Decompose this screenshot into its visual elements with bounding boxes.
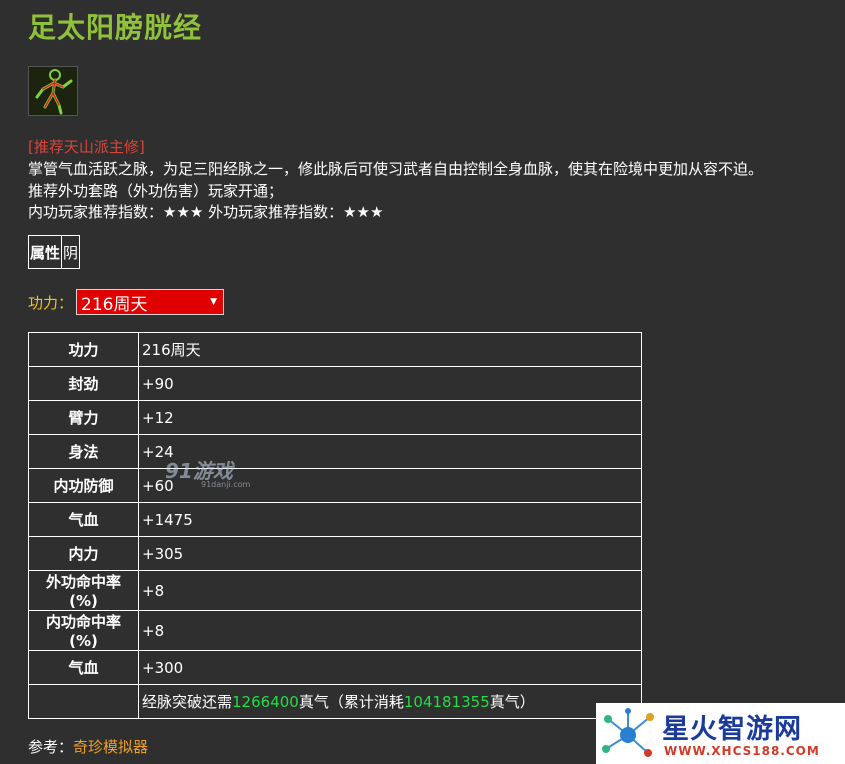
corner-watermark-url: WWW.XHCS188.COM <box>664 744 820 758</box>
table-row: 臂力 +12 <box>28 400 642 435</box>
stat-value: +1475 <box>138 502 642 537</box>
power-label: 功力： <box>28 293 74 312</box>
stat-key: 气血 <box>28 650 139 685</box>
table-row: 功力 216周天 <box>28 332 642 367</box>
breakthrough-required-qi: 1266400 <box>232 693 299 711</box>
stat-key: 身法 <box>28 434 139 469</box>
breakthrough-total-qi: 104181355 <box>403 693 490 711</box>
reference-label: 参考： <box>28 738 74 756</box>
attribute-value: 阴 <box>61 235 81 269</box>
stat-key: 气血 <box>28 502 139 537</box>
stat-value: +8 <box>138 610 642 651</box>
watermark-91: 91游戏 91danji.com <box>165 455 250 489</box>
stat-value: 216周天 <box>138 332 642 367</box>
breakthrough-text-3: 真气） <box>489 693 535 711</box>
attribute-key: 属性 <box>27 235 63 269</box>
stat-key: 内功防御 <box>28 468 139 503</box>
stat-key: 内功命中率(%) <box>28 610 139 651</box>
meridian-figure-icon <box>28 66 78 116</box>
table-row: 封劲 +90 <box>28 366 642 401</box>
caret-down-icon: ▼ <box>210 297 218 307</box>
corner-watermark-name: 星火智游网 <box>662 714 802 745</box>
power-select[interactable]: 216周天 ▼ <box>76 289 225 315</box>
stat-key: 内力 <box>28 536 139 571</box>
corner-watermark-logo: 星火智游网 WWW.XHCS188.COM <box>596 703 845 764</box>
reference-link[interactable]: 奇珍模拟器 <box>73 738 148 756</box>
reference-line: 参考：奇珍模拟器 <box>28 736 148 757</box>
power-select-value: 216周天 <box>81 294 148 315</box>
breakthrough-text: 经脉突破还需1266400真气（累计消耗104181355真气） <box>138 684 642 719</box>
breakthrough-row: 经脉突破还需1266400真气（累计消耗104181355真气） <box>28 684 642 719</box>
attribute-table: 属性 阴 <box>27 235 81 269</box>
table-row: 内功防御 +60 <box>28 468 642 503</box>
stat-value: +8 <box>138 570 642 611</box>
description-line: 推荐外功套路（外功伤害）玩家开通； <box>28 182 284 200</box>
description-line: 内功玩家推荐指数：★★★ 外功玩家推荐指数：★★★ <box>28 203 384 221</box>
stats-table: 功力 216周天 封劲 +90 臂力 +12 身法 +24 内功防御 +60 气血 +147… <box>28 332 642 719</box>
table-row: 气血 +300 <box>28 650 642 685</box>
description-line: 掌管气血活跃之脉，为足三阳经脉之一，修此脉后可使习武者自由控制全身血脉，使其在险… <box>28 160 764 178</box>
stat-value: +300 <box>138 650 642 685</box>
page-title: 足太阳膀胱经 <box>28 11 203 44</box>
breakthrough-text-2: 真气（累计消耗 <box>298 693 404 711</box>
table-row: 气血 +1475 <box>28 502 642 537</box>
stat-key: 封劲 <box>28 366 139 401</box>
stat-key: 外功命中率(%) <box>28 570 139 611</box>
table-row: 内力 +305 <box>28 536 642 571</box>
meridian-figure-svg <box>29 67 77 115</box>
stat-key: 臂力 <box>28 400 139 435</box>
stat-value: +90 <box>138 366 642 401</box>
stat-value: +12 <box>138 400 642 435</box>
watermark-91-site: 91danji.com <box>201 480 251 489</box>
power-selector-row: 功力： 216周天 ▼ <box>28 288 225 316</box>
table-row: 身法 +24 <box>28 434 642 469</box>
breakthrough-text-1: 经脉突破还需 <box>142 693 233 711</box>
stat-value: +305 <box>138 536 642 571</box>
stat-key: 功力 <box>28 332 139 367</box>
network-logo-icon <box>602 708 654 757</box>
recommend-tag: [推荐天山派主修] <box>28 138 145 156</box>
attribute-row: 属性 阴 <box>27 235 81 269</box>
table-row: 内功命中率(%) +8 <box>28 610 642 651</box>
breakthrough-key <box>28 684 139 719</box>
table-row: 外功命中率(%) +8 <box>28 570 642 611</box>
